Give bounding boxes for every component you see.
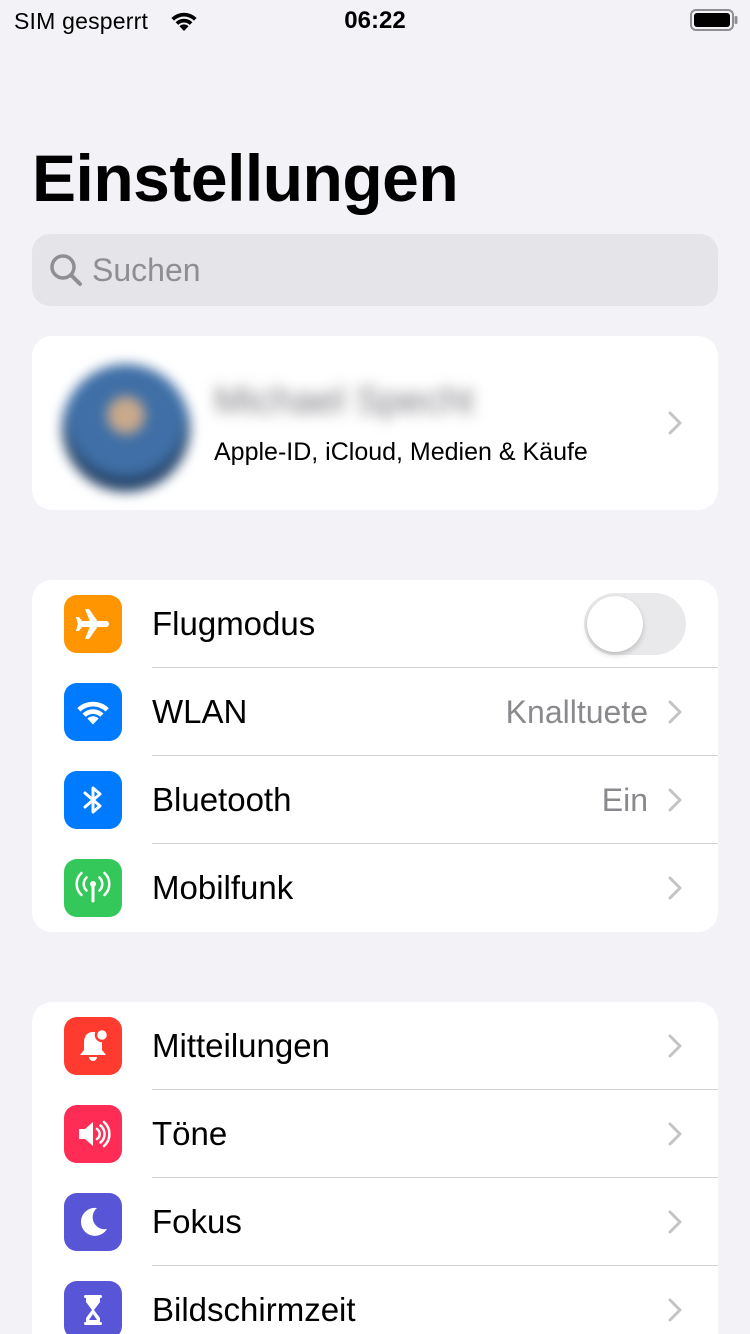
connectivity-group: Flugmodus WLAN Knalltuete Bluetooth Ein — [32, 580, 718, 932]
notifications-group: Mitteilungen Töne Fokus Bildschirmzeit — [32, 1002, 718, 1334]
row-label: WLAN — [152, 693, 248, 730]
chevron-right-icon — [668, 876, 682, 900]
row-label: Flugmodus — [152, 605, 316, 642]
chevron-right-icon — [668, 700, 682, 724]
chevron-right-icon — [668, 1034, 682, 1058]
hourglass-icon — [64, 1281, 122, 1334]
battery-icon — [690, 9, 738, 31]
airplane-mode-toggle[interactable] — [584, 593, 686, 655]
row-fokus[interactable]: Fokus — [32, 1178, 718, 1266]
row-airplane-mode[interactable]: Flugmodus — [32, 580, 718, 668]
clock: 06:22 — [344, 7, 406, 34]
profile-subtitle: Apple-ID, iCloud, Medien & Käufe — [214, 438, 588, 466]
chevron-right-icon — [668, 411, 682, 435]
row-label: Mitteilungen — [152, 1027, 330, 1064]
chevron-right-icon — [668, 1298, 682, 1322]
airplane-icon — [64, 595, 122, 653]
status-bar: SIM gesperrt 06:22 — [0, 0, 750, 42]
moon-icon — [64, 1193, 122, 1251]
profile-name: Michael Specht — [214, 380, 474, 422]
avatar — [62, 364, 190, 492]
row-wlan[interactable]: WLAN Knalltuete — [32, 668, 718, 756]
row-mitteilungen[interactable]: Mitteilungen — [32, 1002, 718, 1090]
wifi-icon — [64, 683, 122, 741]
search-icon — [50, 254, 82, 286]
bluetooth-icon — [64, 771, 122, 829]
row-toene[interactable]: Töne — [32, 1090, 718, 1178]
search-input[interactable] — [92, 234, 692, 306]
toggle-knob — [587, 596, 643, 652]
chevron-right-icon — [668, 1122, 682, 1146]
notification-icon — [64, 1017, 122, 1075]
row-value: Ein — [601, 782, 648, 818]
row-label: Bluetooth — [152, 781, 292, 818]
row-mobilfunk[interactable]: Mobilfunk — [32, 844, 718, 932]
antenna-icon — [64, 859, 122, 917]
row-bildschirmzeit[interactable]: Bildschirmzeit — [32, 1266, 718, 1334]
speaker-icon — [64, 1105, 122, 1163]
chevron-right-icon — [668, 788, 682, 812]
row-label: Fokus — [152, 1203, 242, 1240]
row-value: Knalltuete — [505, 694, 648, 730]
row-label: Bildschirmzeit — [152, 1291, 356, 1328]
search-bar[interactable] — [32, 234, 718, 306]
page-title: Einstellungen — [32, 141, 459, 215]
row-label: Töne — [152, 1115, 228, 1152]
apple-id-card[interactable]: Michael Specht Apple-ID, iCloud, Medien … — [32, 336, 718, 510]
chevron-right-icon — [668, 1210, 682, 1234]
row-bluetooth[interactable]: Bluetooth Ein — [32, 756, 718, 844]
row-label: Mobilfunk — [152, 869, 294, 906]
